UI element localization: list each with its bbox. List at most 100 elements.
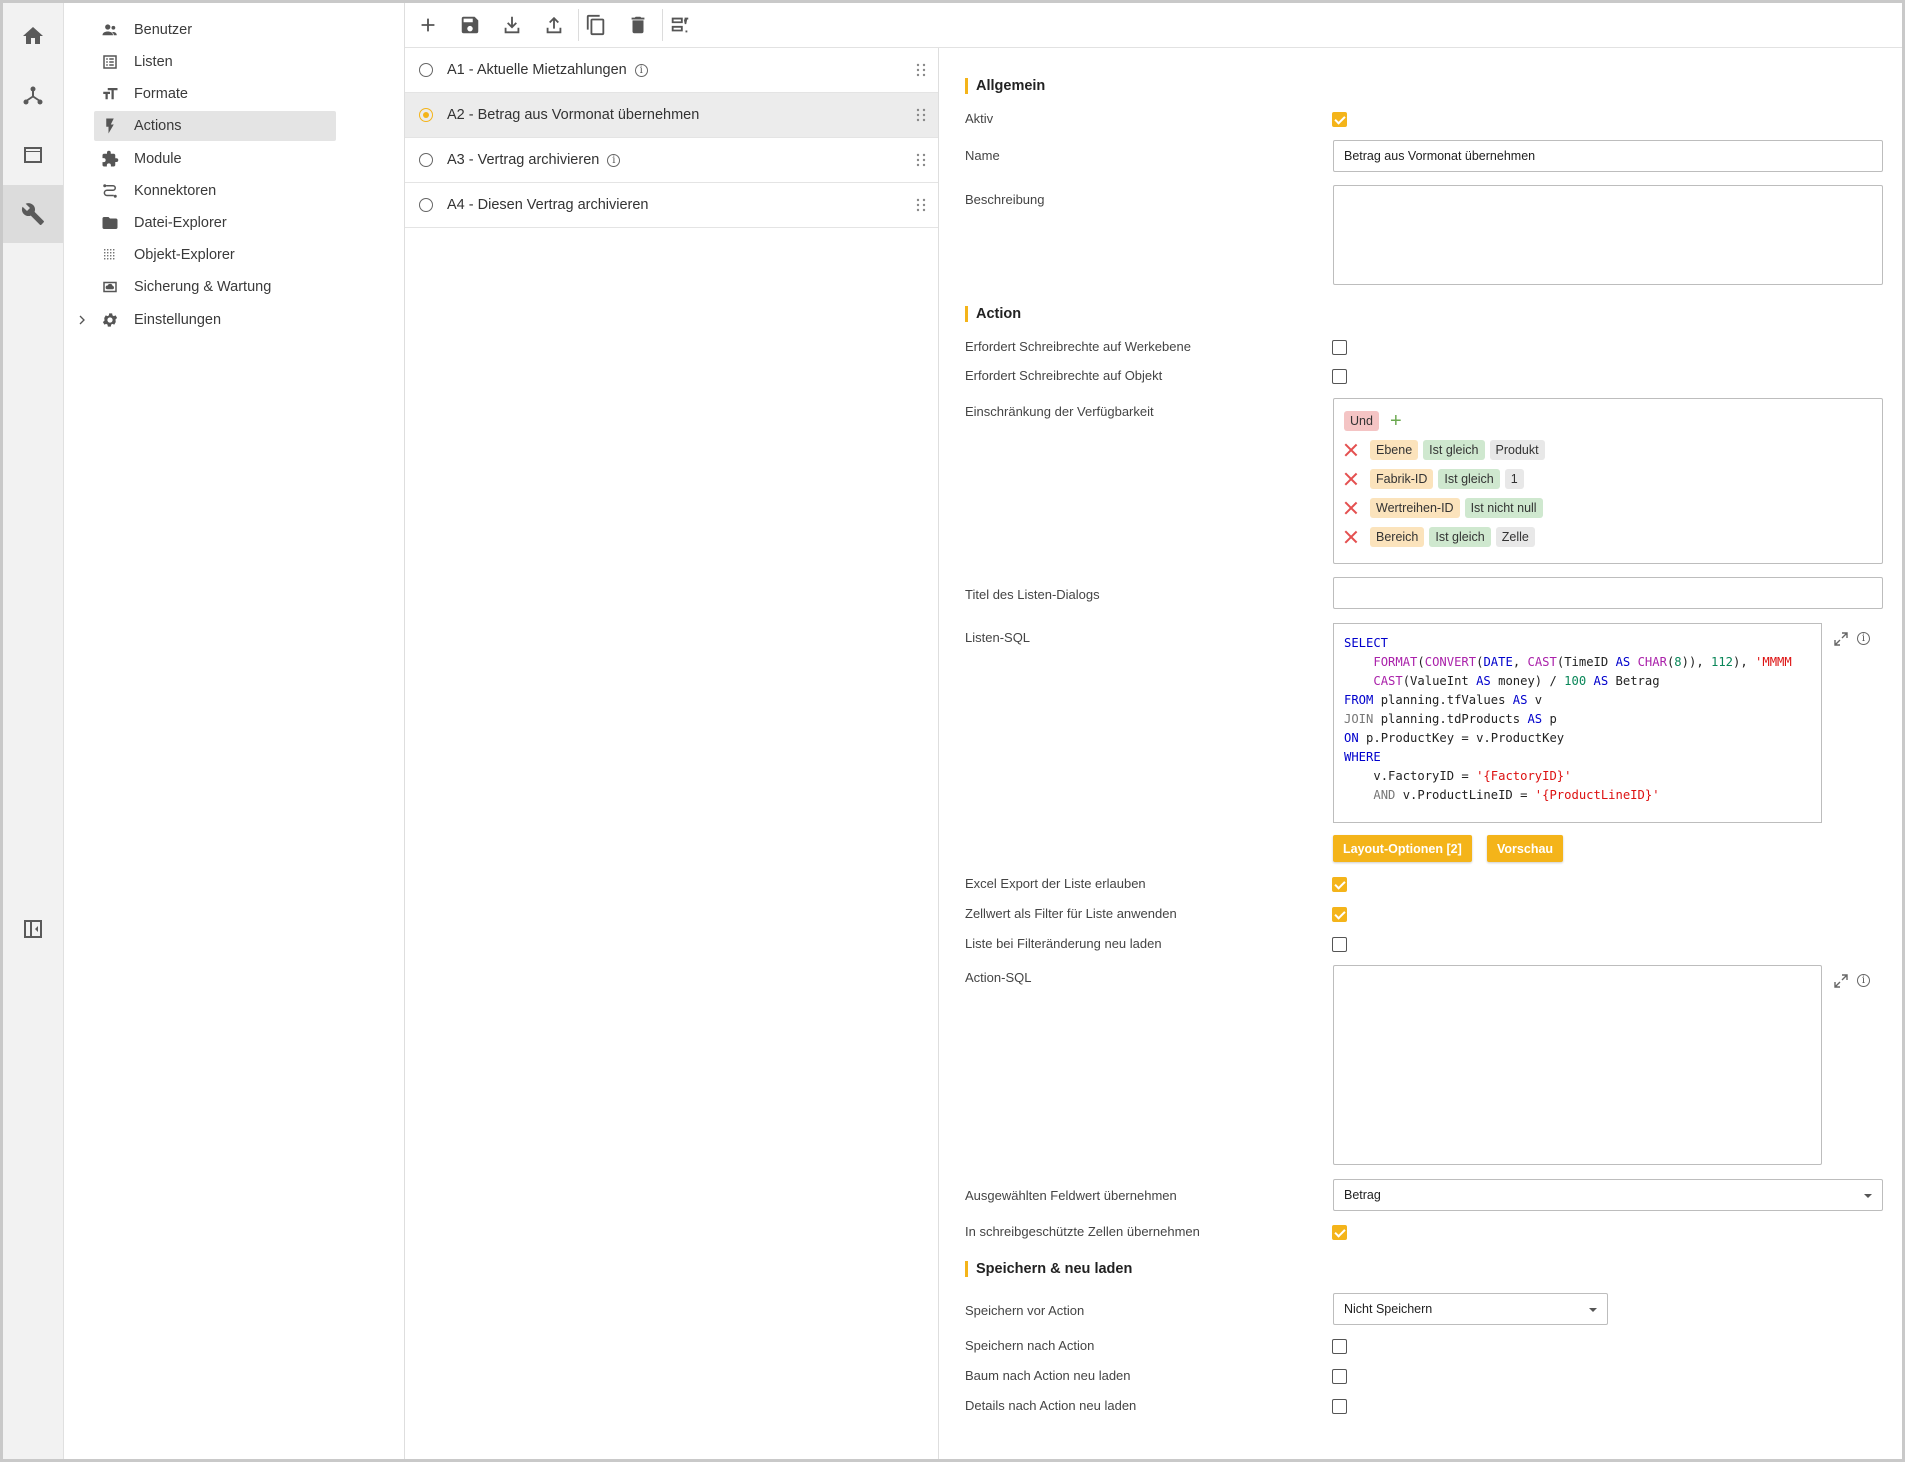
nav-label: Konnektoren — [134, 183, 217, 199]
connector-icon — [103, 184, 117, 198]
write-level-checkbox[interactable] — [1332, 340, 1347, 355]
field-label: Aktiv — [965, 111, 994, 126]
drag-handle-icon[interactable] — [916, 108, 926, 122]
filter-reload-checkbox[interactable] — [1332, 937, 1347, 952]
nav-item-benutzer[interactable]: Benutzer — [94, 15, 336, 45]
delete-button[interactable] — [624, 11, 652, 39]
field-label: Erfordert Schreibrechte auf Objekt — [965, 368, 1163, 383]
nav-item-objekt-explorer[interactable]: Objekt-Explorer — [94, 240, 336, 270]
nav-item-einstellungen[interactable]: Einstellungen — [94, 305, 336, 335]
radio-button[interactable] — [419, 198, 433, 212]
import-button[interactable] — [498, 11, 526, 39]
list-dialog-title-field[interactable] — [1333, 577, 1883, 609]
remove-condition-icon[interactable] — [1344, 501, 1358, 515]
field-label: Zellwert als Filter für Liste anwenden — [965, 906, 1177, 921]
remove-condition-icon[interactable] — [1344, 472, 1358, 486]
nav-label: Listen — [134, 54, 173, 70]
list-sql-editor[interactable]: SELECT FORMAT(CONVERT(DATE, CAST(TimeID … — [1333, 623, 1822, 823]
nav-item-listen[interactable]: Listen — [94, 47, 336, 77]
field-label: Excel Export der Liste erlauben — [965, 876, 1146, 891]
radio-button[interactable] — [419, 63, 433, 77]
action-sql-editor[interactable] — [1333, 965, 1822, 1165]
condition-operator-tag[interactable]: Ist gleich — [1438, 469, 1500, 489]
excel-export-checkbox[interactable] — [1332, 877, 1347, 892]
condition-operator-tag[interactable]: Ist nicht null — [1464, 498, 1543, 518]
cloud-backup-icon — [103, 281, 117, 293]
export-button[interactable] — [540, 11, 568, 39]
info-icon[interactable]: i — [634, 63, 648, 77]
drag-handle-icon[interactable] — [916, 198, 926, 212]
save-button[interactable] — [456, 11, 484, 39]
info-icon[interactable]: i — [1857, 632, 1870, 645]
field-value-select[interactable]: Betrag — [1333, 1179, 1883, 1211]
layout-options-button[interactable]: Layout-Optionen [2] — [1333, 835, 1472, 862]
nav-item-datei-explorer[interactable]: Datei-Explorer — [94, 208, 336, 238]
drag-handle-icon[interactable] — [916, 63, 926, 77]
info-icon[interactable]: i — [1857, 974, 1870, 987]
condition-field-tag[interactable]: Bereich — [1370, 527, 1425, 547]
aktiv-checkbox[interactable] — [1332, 112, 1347, 127]
caret-down-icon — [1589, 1308, 1597, 1312]
expand-icon[interactable] — [1833, 973, 1849, 989]
condition-value-tag[interactable]: Zelle — [1495, 527, 1535, 547]
logic-operator-tag[interactable]: Und — [1344, 411, 1379, 431]
field-label: Liste bei Filteränderung neu laden — [965, 936, 1162, 951]
radio-button[interactable] — [419, 153, 433, 167]
nav-item-module[interactable]: Module — [94, 144, 336, 174]
admin-tools-button[interactable] — [3, 185, 63, 243]
radio-button[interactable] — [419, 108, 433, 122]
collapse-sidebar-button[interactable] — [3, 900, 63, 958]
list-item[interactable]: A4 - Diesen Vertrag archivieren — [405, 183, 938, 228]
readonly-cells-checkbox[interactable] — [1332, 1225, 1347, 1240]
condition-value-tag[interactable]: 1 — [1504, 469, 1524, 489]
drag-handle-icon[interactable] — [916, 153, 926, 167]
nav-label: Einstellungen — [134, 312, 222, 328]
users-icon — [102, 24, 117, 36]
save-after-checkbox[interactable] — [1332, 1339, 1347, 1354]
list-item[interactable]: A3 - Vertrag archivieren i — [405, 138, 938, 183]
condition-operator-tag[interactable]: Ist gleich — [1429, 527, 1491, 547]
description-textarea[interactable] — [1333, 185, 1883, 285]
nav-item-actions[interactable]: Actions — [94, 111, 336, 141]
reload-tree-checkbox[interactable] — [1332, 1369, 1347, 1384]
info-icon[interactable]: i — [607, 153, 621, 167]
write-object-checkbox[interactable] — [1332, 369, 1347, 384]
condition-value-tag[interactable]: Produkt — [1489, 440, 1545, 460]
field-label: Erfordert Schreibrechte auf Werkebene — [965, 339, 1191, 354]
gear-icon — [102, 313, 118, 327]
expand-icon[interactable] — [1833, 631, 1849, 647]
preview-button[interactable]: Vorschau — [1487, 835, 1564, 862]
reload-details-checkbox[interactable] — [1332, 1399, 1347, 1414]
name-field[interactable]: Betrag aus Vormonat übernehmen — [1333, 140, 1883, 172]
condition-field-tag[interactable]: Wertreihen-ID — [1370, 498, 1460, 518]
condition-field-tag[interactable]: Fabrik-ID — [1370, 469, 1434, 489]
remove-condition-icon[interactable] — [1344, 530, 1358, 544]
remove-condition-icon[interactable] — [1344, 443, 1358, 457]
layout-button[interactable] — [3, 126, 63, 184]
home-button[interactable] — [3, 7, 63, 65]
condition-operator-tag[interactable]: Ist gleich — [1423, 440, 1485, 460]
list-item[interactable]: A2 - Betrag aus Vormonat übernehmen — [405, 93, 938, 138]
list-item[interactable]: A1 - Aktuelle Mietzahlungen i — [405, 48, 938, 93]
field-label: Baum nach Action neu laden — [965, 1368, 1131, 1383]
puzzle-icon — [102, 150, 119, 167]
hierarchy-button[interactable] — [3, 67, 63, 125]
condition-field-tag[interactable]: Ebene — [1370, 440, 1419, 460]
list-icon — [103, 55, 117, 69]
rules-button[interactable] — [666, 11, 694, 39]
add-condition-icon[interactable]: + — [1390, 411, 1402, 431]
cell-filter-checkbox[interactable] — [1332, 907, 1347, 922]
copy-button[interactable] — [582, 11, 610, 39]
admin-nav: Benutzer Listen Formate Actions Module K… — [64, 3, 405, 1459]
save-before-select[interactable]: Nicht Speichern — [1333, 1293, 1608, 1325]
caret-down-icon — [1864, 1194, 1872, 1198]
nav-item-konnektoren[interactable]: Konnektoren — [94, 176, 336, 206]
save-icon — [461, 16, 479, 34]
chevron-right-icon[interactable] — [74, 312, 90, 328]
nav-label: Objekt-Explorer — [134, 247, 235, 263]
add-button[interactable] — [414, 11, 442, 39]
rule-list-icon — [671, 17, 689, 33]
nav-item-formate[interactable]: Formate — [94, 79, 336, 109]
action-detail-form: Allgemein Aktiv Name Betrag aus Vormonat… — [939, 48, 1902, 1459]
nav-item-sicherung[interactable]: Sicherung & Wartung — [94, 272, 336, 302]
